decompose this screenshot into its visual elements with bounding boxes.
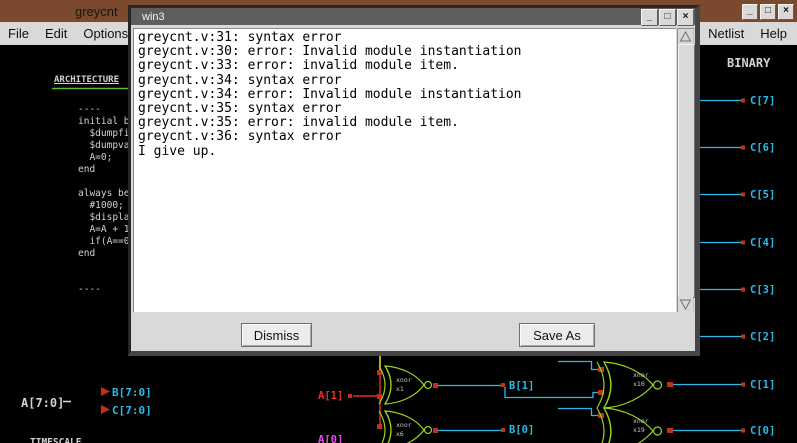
menu-file[interactable]: File [0,26,37,41]
window-title: greycnt [75,4,118,19]
verilog-code-text: ---- initial be $dumpfil $dumpvar A=0; e… [78,104,135,296]
error-dialog: win3 _ □ × greycnt.v:31: syntax error gr… [128,5,700,356]
net-flag-icon [101,405,110,414]
net-flag-icon [101,387,110,396]
minimize-icon[interactable]: _ [742,4,758,20]
net-label-a1[interactable]: A[1] [318,390,343,402]
net-label-b1[interactable]: B[1] [509,380,534,392]
timescale-heading: TIMESCALE [30,437,81,443]
architecture-heading: ARCHITECTURE [54,75,119,85]
net-label-b0[interactable]: B[0] [509,424,534,436]
gate-type-label: xnor [633,417,649,425]
error-log-scrollbar[interactable] [677,28,694,312]
net-label-c6[interactable]: C[6] [750,142,775,154]
net-label-a0[interactable]: A[0] [318,434,343,443]
dialog-close-icon[interactable]: × [677,9,694,26]
net-label-c7[interactable]: C[7] [750,95,775,107]
menu-edit[interactable]: Edit [37,26,75,41]
save-as-button[interactable]: Save As [519,323,595,347]
dialog-minimize-icon[interactable]: _ [641,9,658,26]
xnor-gate-x6[interactable]: xnor x6 [379,411,432,443]
maximize-icon[interactable]: □ [760,4,776,20]
bus-label-c[interactable]: C[7:0] [112,404,152,417]
dialog-titlebar[interactable]: win3 _ □ × [131,8,695,25]
gate-name-label: x6 [396,430,404,438]
gate-type-label: xnor [396,376,412,384]
wire-end-dot [348,394,352,398]
gate-type-label: xnor [396,421,412,429]
gate-name-label: x19 [633,426,645,434]
scroll-up-icon[interactable] [678,29,693,44]
dialog-title: win3 [142,11,165,23]
error-log[interactable]: greycnt.v:31: syntax error greycnt.v:30:… [133,28,676,312]
net-label-c5[interactable]: C[5] [750,189,775,201]
menu-netlist[interactable]: Netlist [700,26,752,41]
xnor-gate-x1[interactable]: xnor x1 [379,366,432,404]
binary-heading: BINARY [727,56,770,70]
wire-end-dots [741,99,745,433]
gate-name-label: x1 [396,385,404,393]
error-log-text: greycnt.v:31: syntax error greycnt.v:30:… [133,28,676,159]
bus-label-a[interactable]: A[7:0] [21,396,64,410]
scroll-down-icon[interactable] [678,297,693,312]
cyan-nets[interactable] [438,362,741,431]
net-label-c3[interactable]: C[3] [750,284,775,296]
net-label-c0[interactable]: C[0] [750,425,775,437]
scrollbar-thumb[interactable] [678,44,695,298]
red-net[interactable] [353,372,380,426]
net-label-c1[interactable]: C[1] [750,379,775,391]
close-icon[interactable]: × [778,4,794,20]
xnor-gate-x19[interactable]: xnor x19 [597,408,662,443]
wire-x10-top-in [558,362,598,370]
gate-name-label: x10 [633,380,645,388]
gate-type-label: xnor [633,371,649,379]
application-window: xnor x1 xnor x6 xnor x10 xnor [0,0,797,443]
dismiss-button[interactable]: Dismiss [241,323,312,347]
menu-help[interactable]: Help [752,26,795,41]
xnor-gate-x10[interactable]: xnor x10 [597,362,662,408]
wire-x19-top-in [558,409,598,416]
net-label-c4[interactable]: C[4] [750,237,775,249]
net-label-c2[interactable]: C[2] [750,331,775,343]
bus-label-b[interactable]: B[7:0] [112,386,152,399]
dialog-maximize-icon[interactable]: □ [659,9,676,26]
